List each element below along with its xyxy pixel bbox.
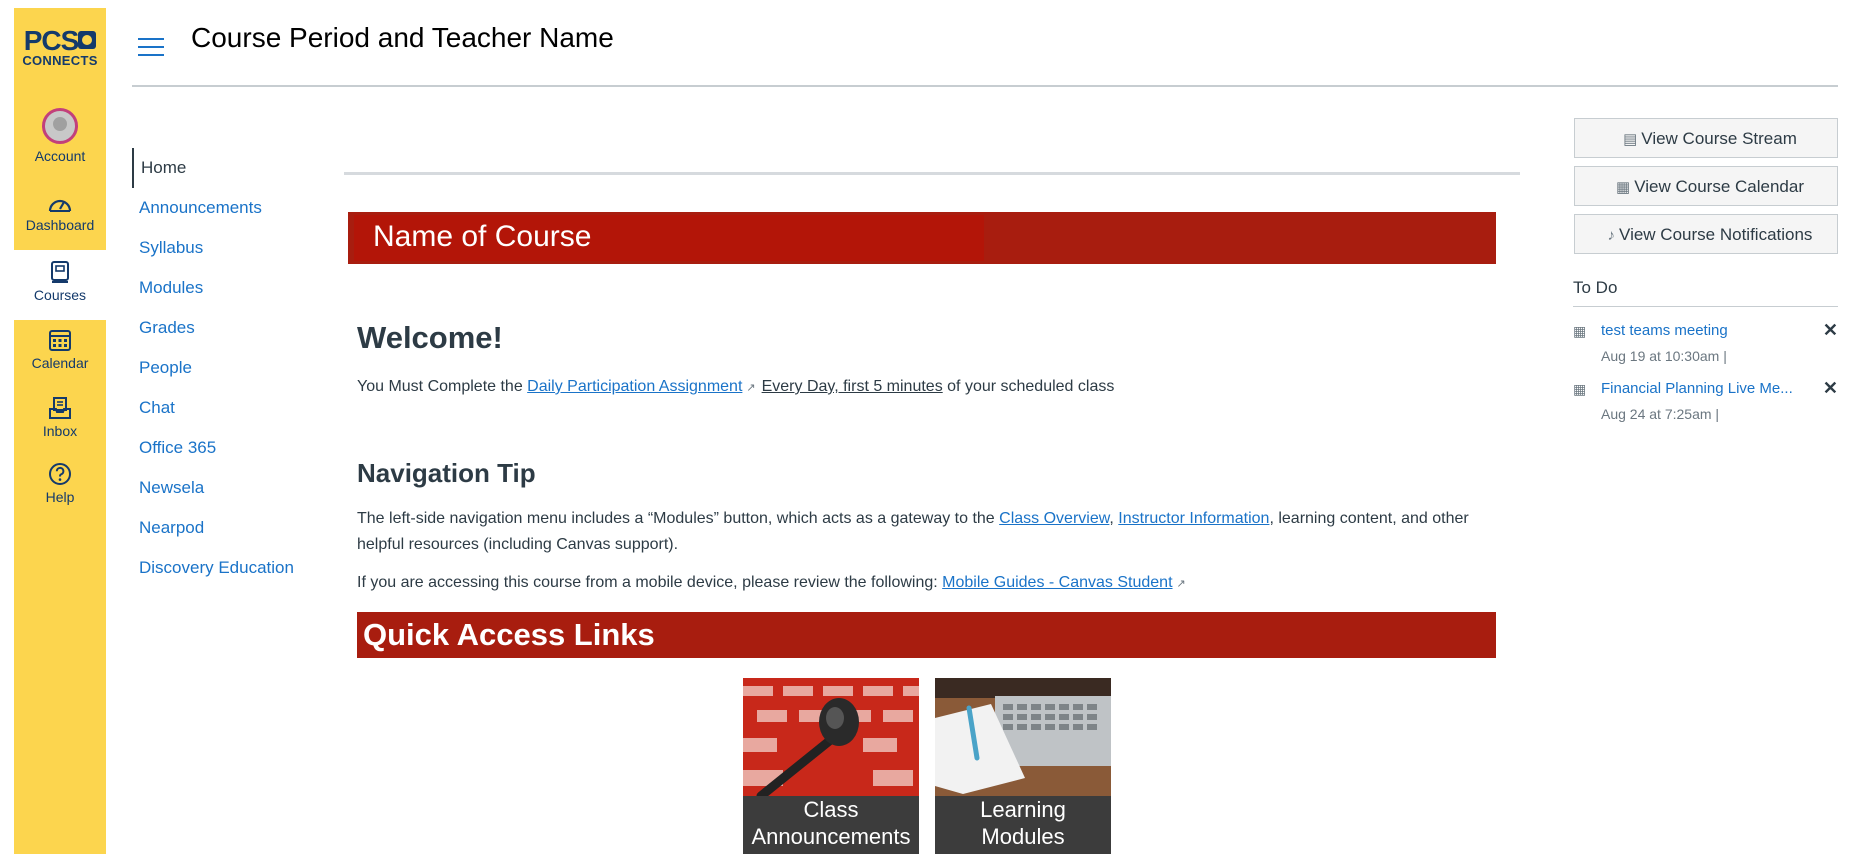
quick-access-banner: Quick Access Links <box>357 612 1496 658</box>
daily-participation-link[interactable]: Daily Participation Assignment <box>527 378 742 395</box>
tile-caption: Learning Modules <box>935 796 1111 854</box>
nav-calendar[interactable]: Calendar <box>14 328 106 384</box>
course-nav: Home Announcements Syllabus Modules Grad… <box>132 148 332 588</box>
welcome-heading: Welcome! <box>357 320 503 355</box>
todo-item: ▦ Financial Planning Live Me... Aug 24 a… <box>1573 378 1838 430</box>
quick-access-heading: Quick Access Links <box>363 617 655 652</box>
nav-courses-label: Courses <box>33 287 87 303</box>
course-nav-announcements[interactable]: Announcements <box>132 188 332 228</box>
course-nav-newsela[interactable]: Newsela <box>132 468 332 508</box>
calendar-icon: ▦ <box>1616 179 1631 196</box>
todo-item-date: Aug 19 at 10:30am | <box>1601 348 1727 364</box>
courses-icon <box>51 261 69 283</box>
calendar-icon <box>49 330 71 351</box>
global-nav: PCS CONNECTS Account Dashboard Courses C… <box>14 8 106 854</box>
navigation-tip-heading: Navigation Tip <box>357 458 536 488</box>
dashboard-icon <box>48 199 72 212</box>
course-nav-syllabus[interactable]: Syllabus <box>132 228 332 268</box>
external-link-icon: ↗ <box>746 382 756 394</box>
dismiss-icon[interactable]: ✕ <box>1823 378 1838 399</box>
todo-calendar-icon: ▦ <box>1573 381 1587 397</box>
header-divider <box>132 85 1838 87</box>
participation-instructions: You Must Complete the Daily Participatio… <box>357 378 1115 395</box>
todo-item: ▦ test teams meeting Aug 19 at 10:30am |… <box>1573 320 1838 372</box>
nav-courses[interactable]: Courses <box>14 250 106 320</box>
course-nav-chat[interactable]: Chat <box>132 388 332 428</box>
class-announcements-tile[interactable]: Class Announcements <box>743 678 919 854</box>
tile-caption: Class Announcements <box>743 796 919 854</box>
nav-account[interactable]: Account <box>14 108 106 174</box>
page-title: Course Period and Teacher Name <box>191 22 614 53</box>
view-course-stream-button[interactable]: ▤ View Course Stream <box>1574 118 1838 158</box>
view-course-calendar-button[interactable]: ▦ View Course Calendar <box>1574 166 1838 206</box>
course-nav-modules[interactable]: Modules <box>132 268 332 308</box>
nav-help-label: Help <box>45 489 75 505</box>
mobile-guides-text: If you are accessing this course from a … <box>357 574 1186 591</box>
logo-icon <box>78 31 97 49</box>
course-nav-nearpod[interactable]: Nearpod <box>132 508 332 548</box>
todo-divider <box>1573 306 1838 307</box>
stream-icon: ▤ <box>1623 131 1638 148</box>
course-nav-people[interactable]: People <box>132 348 332 388</box>
avatar <box>42 108 78 144</box>
nav-inbox-label: Inbox <box>42 423 78 439</box>
course-nav-discovery-education[interactable]: Discovery Education <box>132 548 332 588</box>
pcs-connects-logo[interactable]: PCS CONNECTS <box>20 27 100 68</box>
hamburger-menu-icon[interactable] <box>138 38 164 56</box>
mobile-guides-link[interactable]: Mobile Guides - Canvas Student <box>942 574 1172 591</box>
course-name: Name of Course <box>373 220 592 253</box>
class-overview-link[interactable]: Class Overview <box>999 510 1109 527</box>
nav-calendar-label: Calendar <box>31 355 89 371</box>
bell-icon: ♪ <box>1607 227 1616 244</box>
nav-inbox[interactable]: Inbox <box>14 396 106 452</box>
help-icon <box>49 463 71 485</box>
learning-modules-tile[interactable]: Learning Modules <box>935 678 1111 854</box>
todo-item-link[interactable]: Financial Planning Live Me... <box>1601 380 1793 397</box>
course-nav-office-365[interactable]: Office 365 <box>132 428 332 468</box>
course-name-banner: Name of Course <box>348 212 1496 264</box>
view-course-notifications-button[interactable]: ♪ View Course Notifications <box>1574 214 1838 254</box>
todo-calendar-icon: ▦ <box>1573 323 1587 339</box>
microphone-image <box>743 678 919 796</box>
nav-dashboard[interactable]: Dashboard <box>14 194 106 246</box>
nav-account-label: Account <box>34 148 86 164</box>
navigation-tip-text: The left-side navigation menu includes a… <box>357 510 1469 553</box>
todo-item-link[interactable]: test teams meeting <box>1601 322 1728 339</box>
nav-dashboard-label: Dashboard <box>25 217 95 233</box>
course-nav-home[interactable]: Home <box>132 148 332 188</box>
course-nav-grades[interactable]: Grades <box>132 308 332 348</box>
todo-item-date: Aug 24 at 7:25am | <box>1601 406 1720 422</box>
instructor-information-link[interactable]: Instructor Information <box>1118 510 1269 527</box>
content-divider <box>344 172 1520 175</box>
nav-help[interactable]: Help <box>14 462 106 518</box>
dismiss-icon[interactable]: ✕ <box>1823 320 1838 341</box>
inbox-icon <box>49 397 71 419</box>
external-link-icon: ↗ <box>1176 578 1186 590</box>
laptop-notebook-image <box>935 678 1111 796</box>
every-day-text: Every Day, first 5 minutes <box>761 378 943 395</box>
todo-heading: To Do <box>1573 278 1618 297</box>
